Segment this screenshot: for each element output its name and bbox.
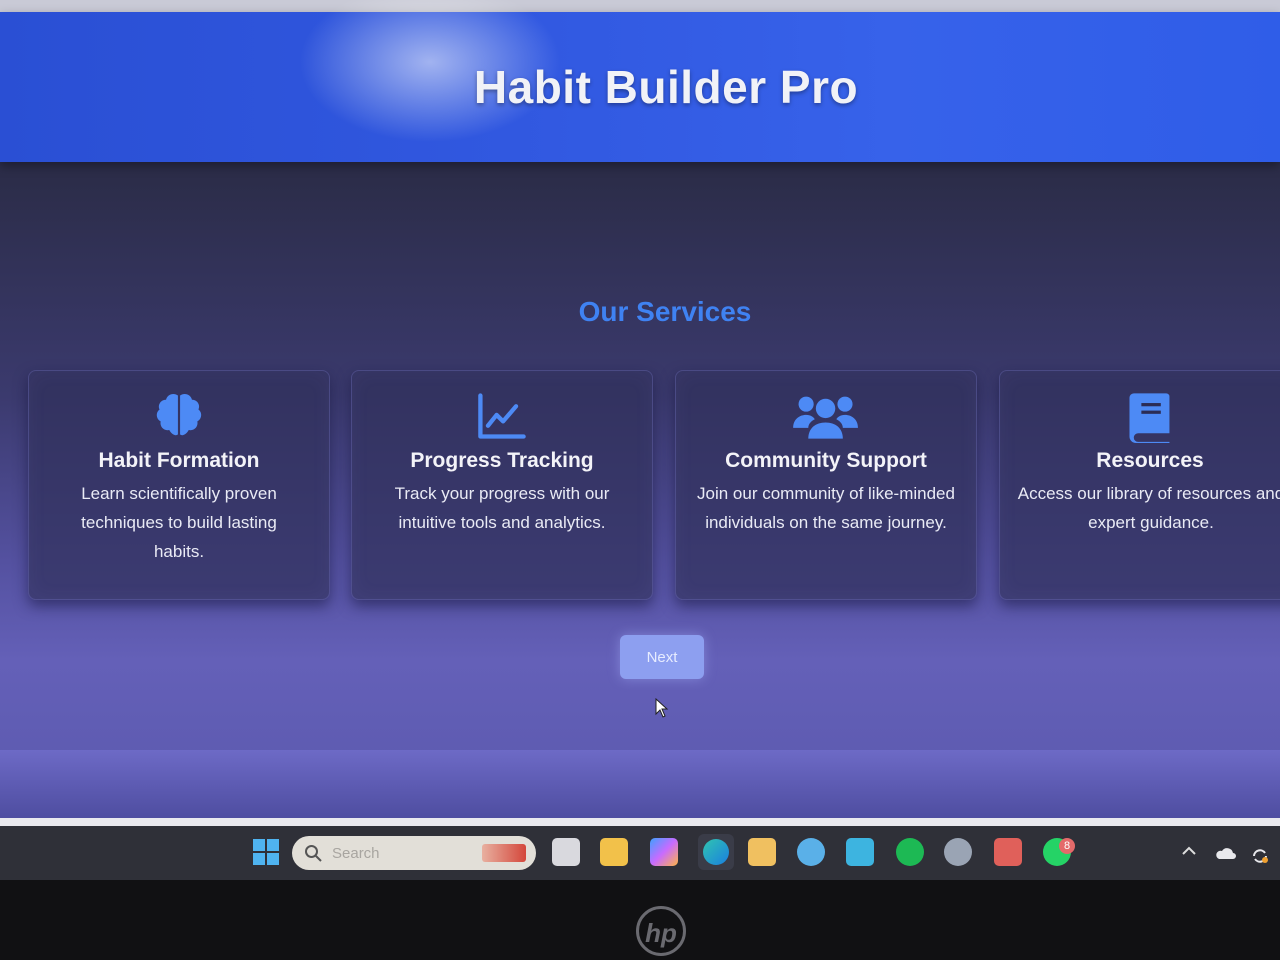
users-icon	[676, 389, 976, 443]
windows-start-icon[interactable]	[252, 838, 280, 866]
card-title: Progress Tracking	[410, 449, 594, 472]
onedrive-icon[interactable]	[1214, 846, 1236, 860]
brain-icon	[29, 389, 329, 443]
services-heading: Our Services	[578, 296, 752, 327]
copilot-icon[interactable]	[650, 838, 678, 866]
taskbar-search[interactable]	[292, 836, 536, 870]
card-title: Resources	[1096, 449, 1204, 472]
service-card-progress-tracking: Progress Tracking Track your progress wi…	[351, 370, 653, 600]
card-title: Habit Formation	[98, 449, 260, 472]
card-description: Access our library of resources and expe…	[1017, 484, 1280, 532]
search-highlight-icon	[482, 844, 526, 862]
service-card-habit-formation: Habit Formation Learn scientifically pro…	[28, 370, 330, 600]
service-card-community-support: Community Support Join our community of …	[675, 370, 977, 600]
chart-line-icon	[352, 389, 652, 443]
whatsapp-badge: 8	[1059, 838, 1075, 854]
spotify-icon[interactable]	[896, 838, 924, 866]
book-icon	[1000, 389, 1280, 443]
app-icon[interactable]	[846, 838, 874, 866]
site-header: Habit Builder Pro	[0, 0, 1280, 162]
hp-logo: hp	[636, 906, 686, 956]
service-card-resources: Resources Access our library of resource…	[999, 370, 1280, 600]
store-icon[interactable]	[748, 838, 776, 866]
screen-edge	[0, 818, 1280, 826]
card-description: Join our community of like-minded indivi…	[697, 484, 955, 532]
card-description: Track your progress with our intuitive t…	[394, 484, 610, 532]
app-icon[interactable]	[994, 838, 1022, 866]
next-button[interactable]: Next	[620, 635, 704, 679]
edge-taskbar-slot[interactable]	[698, 834, 734, 870]
browser-chrome-edge	[0, 0, 1280, 12]
sync-icon[interactable]	[1250, 846, 1270, 866]
card-title: Community Support	[725, 449, 927, 472]
edge-icon	[703, 839, 729, 865]
weather-icon[interactable]	[797, 838, 825, 866]
page-footer-band	[0, 750, 1280, 826]
task-view-icon[interactable]	[552, 838, 580, 866]
search-input[interactable]	[330, 843, 464, 863]
mouse-cursor-icon	[655, 698, 669, 718]
settings-icon[interactable]	[944, 838, 972, 866]
taskbar	[0, 826, 1280, 880]
file-explorer-icon[interactable]	[600, 838, 628, 866]
app-title: Habit Builder Pro	[473, 61, 859, 113]
search-icon	[305, 845, 322, 862]
card-description: Learn scientifically proven techniques t…	[81, 484, 277, 561]
browser-viewport: Habit Builder Pro Our Services Habit For…	[0, 0, 1280, 826]
chevron-up-icon[interactable]	[1182, 846, 1196, 856]
services-cards: Habit Formation Learn scientifically pro…	[0, 370, 1280, 610]
